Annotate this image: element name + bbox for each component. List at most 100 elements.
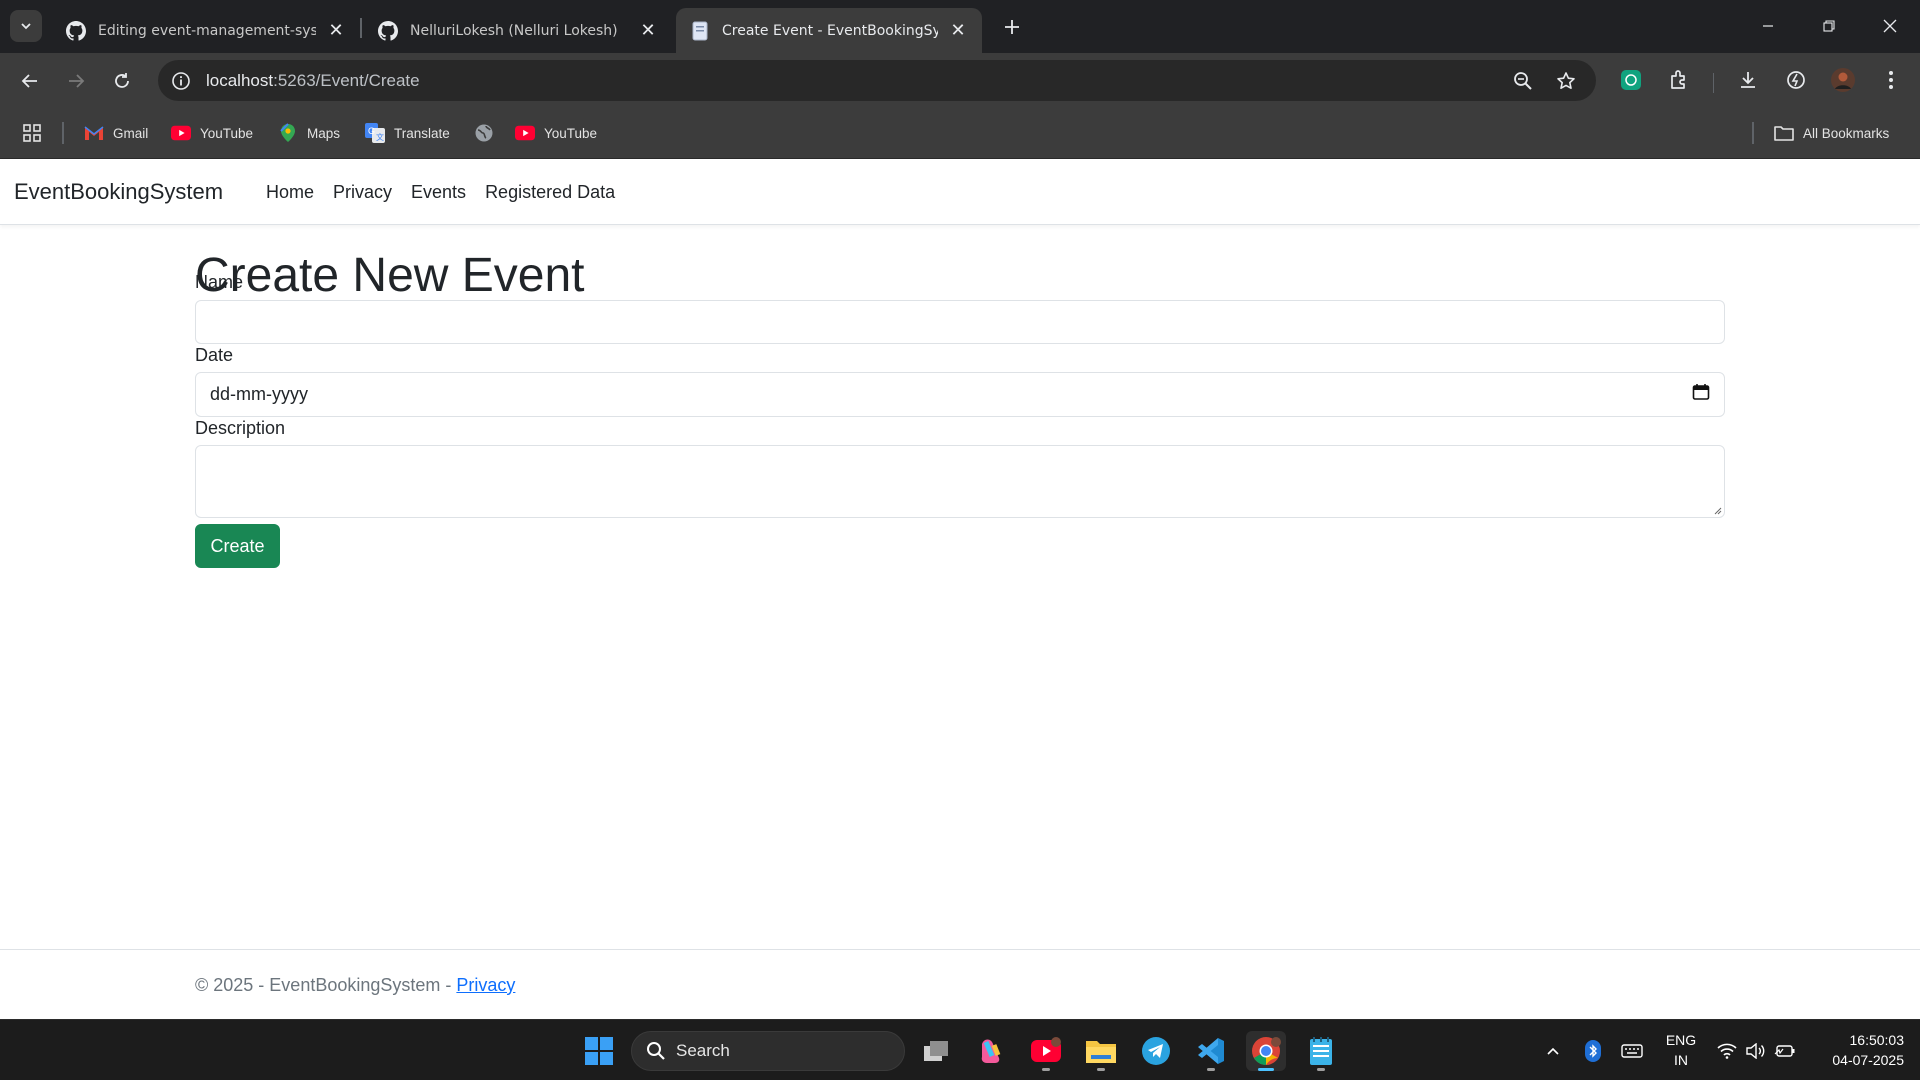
clock-time: 16:50:03 (1849, 1032, 1905, 1048)
chatgpt-extension-icon[interactable] (1615, 64, 1647, 96)
restore-button[interactable] (1807, 10, 1851, 42)
toolbar-divider (1713, 73, 1714, 93)
site-brand[interactable]: EventBookingSystem (14, 179, 223, 205)
gmail-icon (84, 123, 104, 143)
notepad-icon[interactable] (1301, 1031, 1341, 1071)
bookmark-maps[interactable]: Maps (278, 120, 340, 146)
chevron-up-icon[interactable] (1541, 1039, 1565, 1063)
all-bookmarks-button[interactable]: All Bookmarks (1774, 120, 1889, 146)
tab-create-event[interactable]: Create Event - EventBookingSyst ✕ (676, 8, 982, 53)
name-label: Name (195, 272, 244, 292)
clock-date: 04-07-2025 (1832, 1052, 1904, 1068)
plus-icon (1005, 20, 1019, 34)
apps-button[interactable] (22, 120, 51, 146)
translate-icon: G文 (365, 123, 385, 143)
tab-editing-repo[interactable]: Editing event-management-syste ✕ (52, 8, 360, 53)
nav-events[interactable]: Events (411, 182, 466, 203)
performance-icon[interactable] (1780, 64, 1812, 96)
date-placeholder: dd-mm-yyyy (210, 384, 308, 404)
maps-icon (278, 123, 298, 143)
bookmark-gmail[interactable]: Gmail (84, 120, 148, 146)
site-nav-links: Home Privacy Events Registered Data (266, 182, 634, 203)
bookmark-label: Maps (307, 125, 341, 141)
bookmark-youtube[interactable]: YouTube (171, 120, 253, 146)
forward-button[interactable] (58, 63, 94, 99)
extensions-icon[interactable] (1663, 64, 1695, 96)
minimize-icon (1763, 25, 1773, 27)
close-window-button[interactable] (1868, 10, 1912, 42)
bookmark-youtube-2[interactable]: YouTube (515, 120, 597, 146)
copilot-icon[interactable] (971, 1031, 1011, 1071)
arrow-right-icon (69, 74, 85, 88)
create-button[interactable]: Create (195, 524, 280, 568)
search-icon (646, 1041, 666, 1061)
tab-title: Editing event-management-syste (98, 22, 316, 39)
address-bar[interactable]: localhost:5263/Event/Create (158, 60, 1596, 101)
tab-search-button[interactable] (10, 10, 42, 42)
back-button[interactable] (12, 63, 48, 99)
windows-taskbar: Search ENG IN 16:50:03 04-07-2025 (0, 1019, 1920, 1080)
zoom-icon[interactable] (1510, 68, 1536, 94)
start-button[interactable] (579, 1031, 619, 1071)
close-icon[interactable]: ✕ (638, 20, 658, 41)
clock[interactable]: 16:50:03 04-07-2025 (1808, 1030, 1904, 1070)
reload-icon (115, 73, 129, 88)
url-host: localhost (206, 71, 274, 90)
taskbar-search[interactable]: Search (631, 1031, 905, 1071)
name-input[interactable] (195, 300, 1725, 344)
volume-icon[interactable] (1744, 1039, 1768, 1063)
bookmark-label: YouTube (544, 125, 598, 141)
nav-privacy[interactable]: Privacy (333, 182, 392, 203)
menu-kebab-icon[interactable] (1875, 64, 1907, 96)
bookmark-label: Translate (394, 125, 450, 141)
date-input[interactable]: dd-mm-yyyy (195, 372, 1725, 417)
description-textarea[interactable] (195, 445, 1725, 518)
search-label: Search (676, 1041, 730, 1060)
chrome-icon[interactable] (1246, 1031, 1286, 1071)
footer-privacy-link[interactable]: Privacy (456, 975, 515, 995)
info-icon[interactable] (168, 68, 194, 94)
close-icon[interactable]: ✕ (948, 20, 968, 41)
tab-title: Create Event - EventBookingSyst (722, 22, 938, 39)
reload-button[interactable] (104, 63, 140, 99)
apps-grid-icon (22, 123, 42, 143)
windows-logo-icon (585, 1037, 613, 1065)
profile-avatar[interactable] (1827, 64, 1859, 96)
language-indicator[interactable]: ENG IN (1658, 1030, 1704, 1070)
nav-registered-data[interactable]: Registered Data (485, 182, 615, 203)
bookmark-star-icon[interactable] (1553, 68, 1579, 94)
youtube-icon (515, 123, 535, 143)
calendar-icon[interactable] (1692, 383, 1710, 406)
keyboard-icon[interactable] (1620, 1039, 1644, 1063)
youtube-app-icon[interactable] (1026, 1031, 1066, 1071)
copyright-text: © 2025 - EventBookingSystem - (195, 975, 457, 995)
telegram-icon[interactable] (1136, 1031, 1176, 1071)
tab-github-profile[interactable]: NelluriLokesh (Nelluri Lokesh) ✕ (364, 8, 672, 53)
wifi-icon[interactable] (1715, 1039, 1739, 1063)
site-navbar: EventBookingSystem Home Privacy Events R… (0, 159, 1920, 225)
url-path: :5263/Event/Create (273, 71, 420, 90)
web-page: EventBookingSystem Home Privacy Events R… (0, 159, 1920, 1080)
all-bookmarks-label: All Bookmarks (1803, 125, 1890, 141)
bookmark-separator (62, 122, 64, 144)
url-text: localhost:5263/Event/Create (206, 71, 420, 91)
language-code: ENG (1665, 1032, 1697, 1048)
close-icon[interactable]: ✕ (326, 20, 346, 41)
vscode-icon[interactable] (1191, 1031, 1231, 1071)
bookmark-translate[interactable]: G文 Translate (365, 120, 450, 146)
bookmark-globe[interactable] (474, 120, 503, 146)
task-view-icon[interactable] (916, 1031, 956, 1071)
resize-grip-icon[interactable] (1713, 506, 1722, 515)
youtube-icon (171, 123, 191, 143)
description-label: Description (195, 418, 286, 438)
download-icon[interactable] (1732, 64, 1764, 96)
battery-icon[interactable] (1773, 1039, 1797, 1063)
nav-home[interactable]: Home (266, 182, 314, 203)
bluetooth-icon[interactable] (1581, 1039, 1605, 1063)
file-explorer-icon[interactable] (1081, 1031, 1121, 1071)
browser-tabstrip: Editing event-management-syste ✕ Nelluri… (0, 0, 1920, 53)
svg-text:文: 文 (376, 132, 384, 142)
new-tab-button[interactable] (998, 13, 1026, 41)
page-title: Create New Event (195, 249, 585, 302)
minimize-button[interactable] (1746, 10, 1790, 42)
